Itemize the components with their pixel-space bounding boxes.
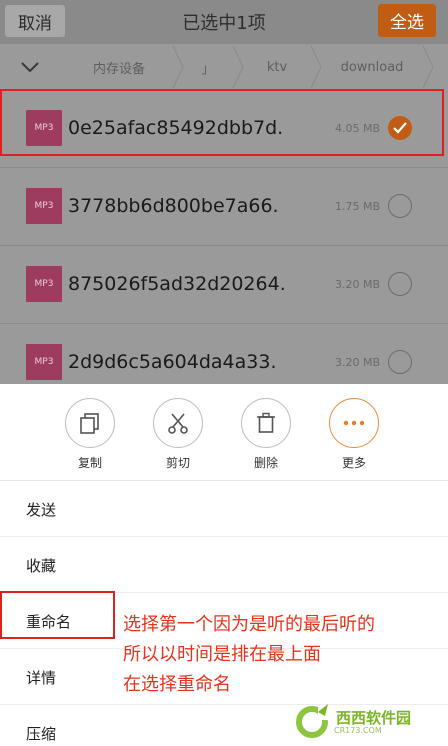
logo-icon <box>296 704 334 738</box>
watermark: 西西软件园 CR173.COM <box>294 700 444 744</box>
watermark-brand: 西西软件园 <box>336 708 412 727</box>
top-bar: 取消 已选中1项 全选 <box>0 0 448 44</box>
file-row[interactable]: MP3 3778bb6d800be7a66. 1.75 MB <box>0 168 448 244</box>
breadcrumb-label: ktv <box>266 59 288 75</box>
file-name: 3778bb6d800be7a66. <box>68 195 279 217</box>
mp3-file-icon: MP3 <box>26 188 62 224</box>
file-size: 4.05 MB <box>334 121 380 135</box>
chevron-right-icon <box>422 45 434 89</box>
more-icon <box>329 398 379 448</box>
file-name: 2d9d6c5a604da4a33. <box>68 351 277 373</box>
checkbox[interactable] <box>388 194 412 218</box>
breadcrumb-item[interactable]: ktv <box>238 44 322 90</box>
mp3-file-icon: MP3 <box>26 266 62 302</box>
annotation-line: 在选择重命名 <box>123 674 231 695</box>
file-size: 3.20 MB <box>334 277 380 291</box>
file-name: 0e25afac85492dbb7d. <box>68 117 284 139</box>
breadcrumb: 内存设备 」 ktv download <box>0 44 448 90</box>
menu-item-favorite[interactable]: 收藏 <box>0 537 448 593</box>
file-row[interactable]: MP3 875026f5ad32d20264. 3.20 MB <box>0 246 448 322</box>
file-size: 3.20 MB <box>334 355 380 369</box>
menu-item-send[interactable]: 发送 <box>0 481 448 537</box>
action-label: 复制 <box>77 456 102 470</box>
mp3-file-icon: MP3 <box>26 344 62 380</box>
watermark-sub: CR173.COM <box>334 725 382 735</box>
trash-icon <box>241 398 291 448</box>
cancel-button[interactable]: 取消 <box>5 5 65 37</box>
annotation-line: 选择第一个因为是听的最后听的 <box>123 614 375 635</box>
delete-button[interactable]: 删除 <box>236 398 296 471</box>
checkbox-checked[interactable] <box>388 116 412 140</box>
copy-icon <box>65 398 115 448</box>
breadcrumb-label: 」 <box>201 61 215 77</box>
breadcrumb-label: 内存设备 <box>92 61 145 77</box>
page-title: 已选中1项 <box>182 13 266 34</box>
annotation-line: 所以以时间是排在最上面 <box>123 644 321 665</box>
mp3-file-icon: MP3 <box>26 110 62 146</box>
breadcrumb-item[interactable]: 内存设备 <box>60 44 184 90</box>
select-all-button[interactable]: 全选 <box>378 4 436 37</box>
breadcrumb-item[interactable]: download <box>316 44 434 90</box>
chevron-down-icon[interactable] <box>0 44 60 90</box>
action-label: 更多 <box>341 456 366 470</box>
copy-button[interactable]: 复制 <box>60 398 120 471</box>
breadcrumb-item[interactable]: 」 <box>178 44 244 90</box>
file-name: 875026f5ad32d20264. <box>68 273 286 295</box>
file-size: 1.75 MB <box>334 199 380 213</box>
scissors-icon <box>153 398 203 448</box>
checkbox[interactable] <box>388 350 412 374</box>
checkbox[interactable] <box>388 272 412 296</box>
action-label: 删除 <box>253 456 278 470</box>
action-label: 剪切 <box>165 456 190 470</box>
cut-button[interactable]: 剪切 <box>148 398 208 471</box>
file-list: MP3 0e25afac85492dbb7d. 4.05 MB MP3 3778… <box>0 90 448 384</box>
annotation-text: 选择第一个因为是听的最后听的 所以以时间是排在最上面 在选择重命名 <box>123 610 445 700</box>
file-row[interactable]: MP3 0e25afac85492dbb7d. 4.05 MB <box>0 90 448 166</box>
checkmark-icon <box>393 122 407 134</box>
more-button[interactable]: 更多 <box>324 398 384 471</box>
action-bar: 复制 剪切 删除 更多 <box>0 384 448 479</box>
breadcrumb-label: download <box>340 59 404 75</box>
